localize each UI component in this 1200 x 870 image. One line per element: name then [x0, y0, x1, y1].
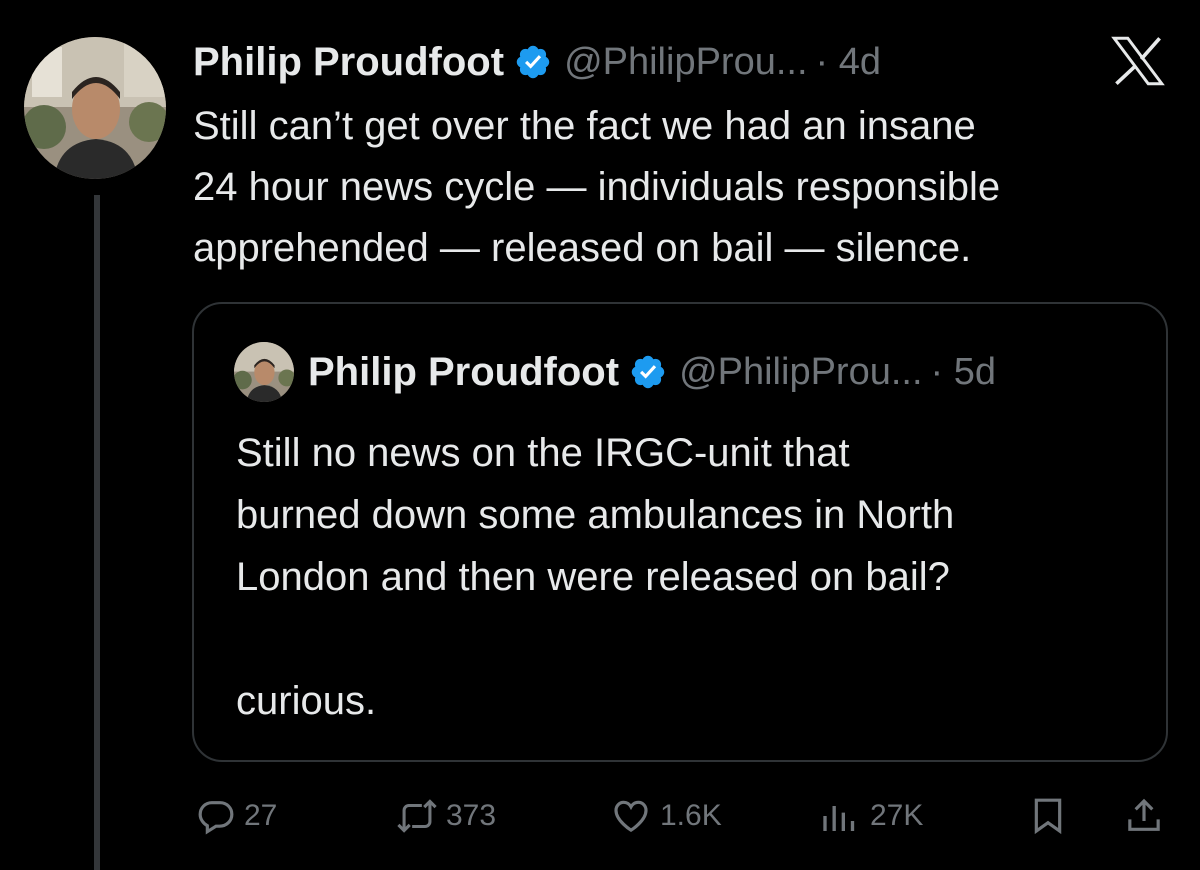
reply-count: 27: [244, 799, 278, 832]
quote-header: Philip Proudfoot @PhilipProu... · 5d: [308, 344, 996, 400]
x-logo-icon: [1110, 36, 1166, 86]
quote-text-line: London and then were released on bail?: [236, 555, 950, 599]
repost-button[interactable]: 373: [396, 790, 496, 842]
quote-author-avatar[interactable]: [234, 342, 294, 402]
author-avatar[interactable]: [24, 37, 166, 179]
verified-badge-icon[interactable]: [514, 43, 552, 81]
quote-text-line: burned down some ambulances in North: [236, 493, 955, 537]
quote-time[interactable]: · 5d: [931, 351, 996, 394]
tweet-text-line: Still can’t get over the fact we had an …: [193, 104, 976, 148]
quote-text-line: [236, 608, 1156, 670]
quote-text-line: Still no news on the IRGC-unit that: [236, 431, 850, 475]
views-icon: [818, 796, 862, 836]
share-button[interactable]: [1124, 790, 1164, 842]
verified-badge-icon[interactable]: [629, 353, 667, 391]
thread-connector-line: [94, 195, 100, 870]
like-count: 1.6K: [660, 799, 722, 832]
quote-text: Still no news on the IRGC-unit that burn…: [236, 422, 1156, 732]
tweet-time[interactable]: · 4d: [816, 41, 881, 84]
bookmark-icon: [1028, 794, 1068, 838]
share-icon: [1124, 794, 1164, 838]
author-handle[interactable]: @PhilipProu...: [564, 41, 807, 84]
repost-count: 373: [446, 799, 497, 832]
tweet-text-line: 24 hour news cycle — individuals respons…: [193, 165, 1001, 209]
tweet-header: Philip Proudfoot @PhilipProu... · 4d: [193, 34, 881, 90]
action-bar: 27 373 1.6K 27K: [190, 790, 1180, 842]
author-name[interactable]: Philip Proudfoot: [193, 40, 504, 85]
tweet-text-line: apprehended — released on bail — silence…: [193, 226, 972, 270]
quote-author-handle[interactable]: @PhilipProu...: [679, 351, 922, 394]
like-button[interactable]: 1.6K: [610, 790, 722, 842]
quote-text-line: curious.: [236, 679, 377, 723]
bookmark-button[interactable]: [1028, 790, 1068, 842]
quote-author-name[interactable]: Philip Proudfoot: [308, 350, 619, 395]
repost-icon: [396, 796, 438, 836]
reply-icon: [196, 796, 236, 836]
views-count: 27K: [870, 799, 924, 832]
views-button[interactable]: 27K: [818, 790, 923, 842]
tweet-text: Still can’t get over the fact we had an …: [193, 96, 1183, 279]
heart-icon: [610, 796, 652, 836]
reply-button[interactable]: 27: [196, 790, 277, 842]
quoted-tweet-card[interactable]: Philip Proudfoot @PhilipProu... · 5d Sti…: [192, 302, 1168, 762]
